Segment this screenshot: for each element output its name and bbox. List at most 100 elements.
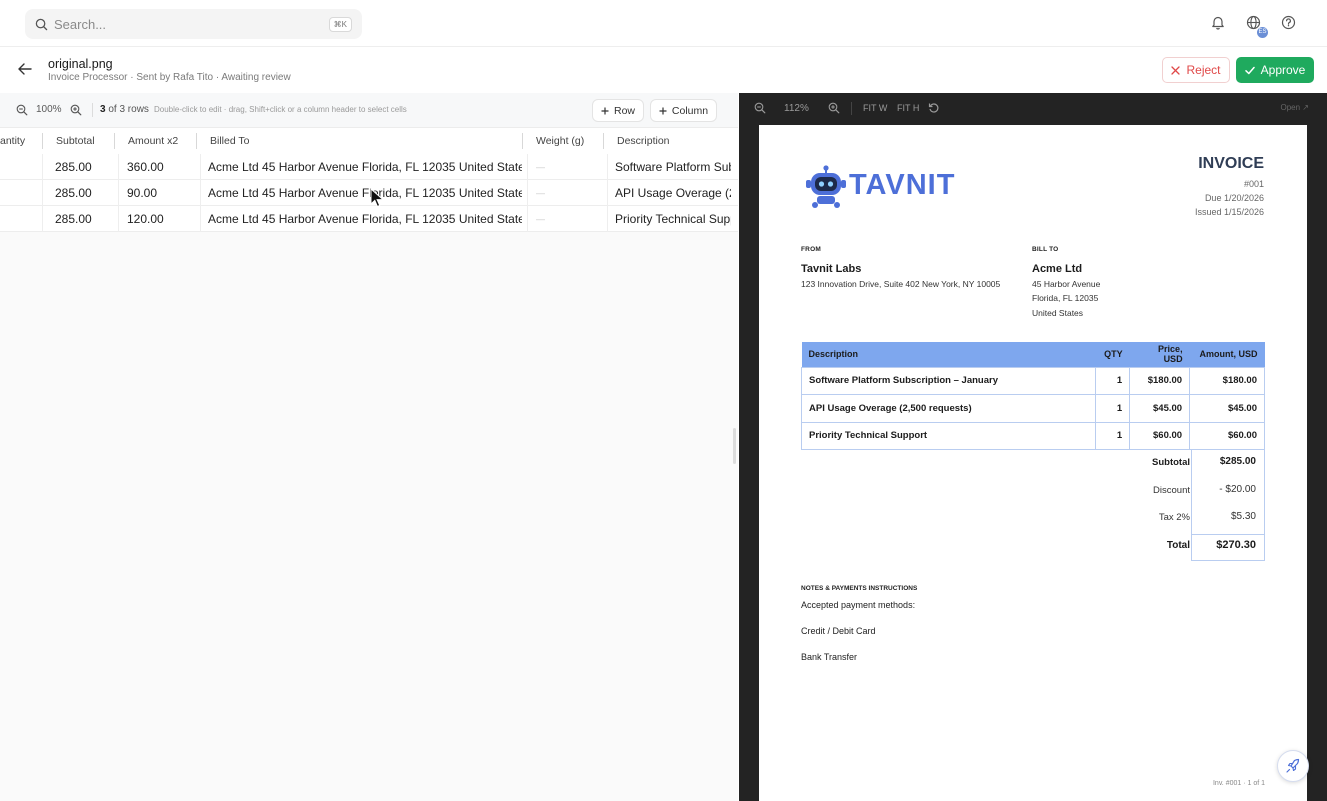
rocket-icon xyxy=(1285,758,1301,774)
search-box[interactable]: Search... ⌘K xyxy=(25,9,362,39)
column-header-amount-x2[interactable]: Amount x2 xyxy=(128,135,178,147)
brand-name: TAVNIT xyxy=(849,169,956,201)
column-resize-handle[interactable] xyxy=(196,133,197,149)
items-header-description: Description xyxy=(801,342,1096,367)
add-column-button[interactable]: Column xyxy=(650,99,717,122)
column-resize-handle[interactable] xyxy=(114,133,115,149)
cell-subtotal[interactable]: 285.00 xyxy=(55,160,115,174)
table-row[interactable]: 285.00 360.00 Acme Ltd 45 Harbor Avenue … xyxy=(0,154,738,180)
edit-hint: Double-click to edit · drag, Shift+click… xyxy=(154,105,407,114)
discount-label: Discount xyxy=(1153,485,1190,496)
item-price: $60.00 xyxy=(1129,421,1191,450)
search-icon xyxy=(35,18,48,31)
data-grid: antity Subtotal Amount x2 Billed To Weig… xyxy=(0,128,738,801)
search-input[interactable]: Search... xyxy=(54,17,329,32)
notes-line: Bank Transfer xyxy=(801,652,858,662)
zoom-in-icon[interactable] xyxy=(70,104,82,116)
row-count: 3 of 3 rows xyxy=(100,104,149,115)
column-header-subtotal[interactable]: Subtotal xyxy=(56,135,95,147)
cell-weight[interactable]: — xyxy=(536,188,545,198)
column-resize-handle[interactable] xyxy=(603,133,604,149)
grid-header: antity Subtotal Amount x2 Billed To Weig… xyxy=(0,128,738,154)
document-title: original.png xyxy=(48,57,113,71)
toolbar-divider xyxy=(92,103,93,117)
tax-value: $5.30 xyxy=(1230,511,1256,522)
panel-resize-handle[interactable] xyxy=(733,428,736,464)
invoice-item-row: Software Platform Subscription – January… xyxy=(800,366,1265,395)
cell-billed-to[interactable]: Acme Ltd 45 Harbor Avenue Florida, FL 12… xyxy=(208,160,522,174)
reject-label: Reject xyxy=(1186,63,1221,77)
cell-weight[interactable]: — xyxy=(536,162,545,172)
plus-icon xyxy=(659,107,667,115)
item-price: $45.00 xyxy=(1129,394,1191,423)
column-resize-handle[interactable] xyxy=(42,133,43,149)
column-gridline xyxy=(527,154,528,232)
cell-description[interactable]: Priority Technical Support xyxy=(615,212,731,226)
table-row[interactable]: 285.00 120.00 Acme Ltd 45 Harbor Avenue … xyxy=(0,206,738,232)
column-header-billed-to[interactable]: Billed To xyxy=(210,135,250,147)
items-header-qty: QTY xyxy=(1095,342,1130,367)
fit-height-button[interactable]: FIT H xyxy=(897,103,919,113)
item-amount: $45.00 xyxy=(1189,394,1265,423)
invoice-item-row: API Usage Overage (2,500 requests) 1 $45… xyxy=(800,394,1265,423)
cell-amount-x2[interactable]: 360.00 xyxy=(127,160,197,174)
fit-width-button[interactable]: FIT W xyxy=(863,103,887,113)
invoice-due-date: Due 1/20/2026 xyxy=(1204,193,1264,203)
table-row[interactable]: 285.00 90.00 Acme Ltd 45 Harbor Avenue F… xyxy=(0,180,738,206)
cell-description[interactable]: Software Platform Subscription – January xyxy=(615,160,731,174)
cell-billed-to[interactable]: Acme Ltd 45 Harbor Avenue Florida, FL 12… xyxy=(208,186,522,200)
zoom-in-icon[interactable] xyxy=(828,102,840,114)
item-amount: $180.00 xyxy=(1189,366,1265,395)
cell-subtotal[interactable]: 285.00 xyxy=(55,186,115,200)
cell-weight[interactable]: — xyxy=(536,214,545,224)
cell-amount-x2[interactable]: 120.00 xyxy=(127,212,197,226)
column-resize-handle[interactable] xyxy=(522,133,523,149)
column-header-description[interactable]: Description xyxy=(617,135,670,147)
invoice-item-row: Priority Technical Support 1 $60.00 $60.… xyxy=(800,421,1265,450)
item-amount: $60.00 xyxy=(1189,421,1265,450)
table-toolbar: 100% 3 of 3 rows Double-click to edit · … xyxy=(0,93,738,128)
cell-amount-x2[interactable]: 90.00 xyxy=(127,186,197,200)
document-header: original.png Invoice Processor · Sent by… xyxy=(0,47,1327,93)
from-label: FROM xyxy=(801,246,821,253)
from-name: Tavnit Labs xyxy=(801,263,862,275)
close-icon xyxy=(1171,65,1181,75)
items-header-row: Description QTY Price, USD Amount, USD xyxy=(801,342,1265,367)
shortcut-hint: ⌘K xyxy=(328,16,352,32)
notes-line: Credit / Debit Card xyxy=(801,626,876,636)
item-qty: 1 xyxy=(1095,394,1131,423)
zoom-out-icon[interactable] xyxy=(16,104,28,116)
column-gridline xyxy=(200,154,201,232)
viewer-zoom-level: 112% xyxy=(784,103,809,114)
column-gridline xyxy=(118,154,119,232)
bell-icon[interactable] xyxy=(1211,15,1227,31)
help-icon[interactable] xyxy=(1281,15,1297,31)
approve-button[interactable]: Approve xyxy=(1236,57,1314,83)
robot-logo-icon xyxy=(805,165,847,211)
back-arrow-icon[interactable] xyxy=(18,63,32,75)
subtotal-value: $285.00 xyxy=(1219,456,1256,467)
items-header-amount: Amount, USD xyxy=(1189,342,1265,367)
column-header-weight[interactable]: Weight (g) xyxy=(536,135,584,147)
cell-billed-to[interactable]: Acme Ltd 45 Harbor Avenue Florida, FL 12… xyxy=(208,212,522,226)
add-row-button[interactable]: Row xyxy=(592,99,644,122)
item-qty: 1 xyxy=(1095,366,1131,395)
rotate-icon[interactable] xyxy=(928,102,940,114)
add-column-label: Column xyxy=(671,104,709,117)
plus-icon xyxy=(601,107,609,115)
column-header-quantity[interactable]: antity xyxy=(0,135,25,147)
reject-button[interactable]: Reject xyxy=(1162,57,1230,83)
add-row-label: Row xyxy=(613,104,635,117)
invoice-items-table: Description QTY Price, USD Amount, USD S… xyxy=(800,342,1265,450)
assistant-launch-button[interactable] xyxy=(1277,750,1309,782)
cell-description[interactable]: API Usage Overage (2,500 requests) xyxy=(615,186,731,200)
document-viewer: 112% FIT W FIT H Open ↗ TAVNIT INVOICE #… xyxy=(739,93,1327,801)
from-address: 123 Innovation Drive, Suite 402 New York… xyxy=(801,279,1001,289)
zoom-out-icon[interactable] xyxy=(754,102,766,114)
open-link[interactable]: Open ↗ xyxy=(1281,103,1310,112)
document-subtitle: Invoice Processor · Sent by Rafa Tito · … xyxy=(48,72,291,83)
notes-line: Accepted payment methods: xyxy=(801,600,916,610)
cell-subtotal[interactable]: 285.00 xyxy=(55,212,115,226)
invoice-page: TAVNIT INVOICE #001 Due 1/20/2026 Issued… xyxy=(759,125,1307,801)
rows-shown: 3 xyxy=(100,104,106,115)
